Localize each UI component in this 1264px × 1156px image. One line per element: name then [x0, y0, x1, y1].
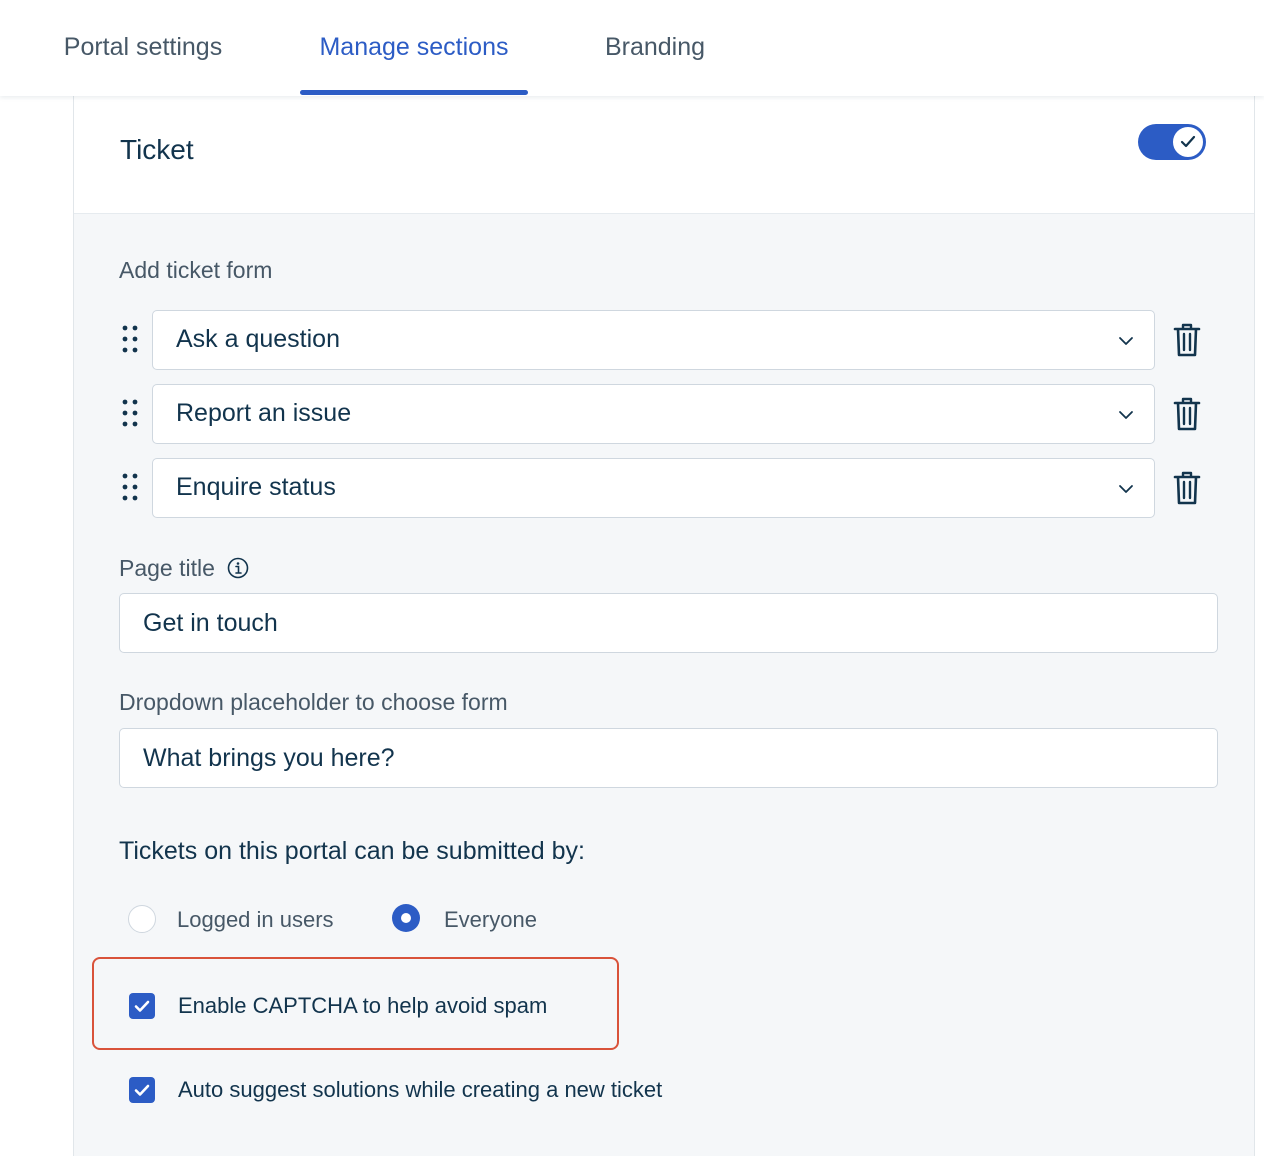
captcha-label[interactable]: Enable CAPTCHA to help avoid spam — [178, 993, 547, 1019]
select-value: Ask a question — [176, 325, 340, 353]
active-tab-indicator — [300, 90, 528, 95]
ticket-section-card: Ticket Add ticket form Ask a question Re… — [73, 96, 1255, 1156]
drag-handle-icon[interactable] — [122, 324, 138, 354]
ticket-form-select[interactable]: Report an issue — [152, 384, 1155, 444]
drag-handle-icon[interactable] — [122, 472, 138, 502]
section-title: Ticket — [120, 134, 194, 165]
section-enable-toggle[interactable] — [1138, 124, 1206, 160]
radio-logged-in-users[interactable] — [128, 905, 156, 933]
chevron-down-icon — [1119, 411, 1133, 419]
add-ticket-form-label: Add ticket form — [119, 257, 273, 283]
chevron-down-icon — [1119, 485, 1133, 493]
ticket-form-row: Enquire status — [114, 458, 1214, 518]
auto-suggest-label[interactable]: Auto suggest solutions while creating a … — [178, 1077, 662, 1103]
radio-everyone[interactable] — [392, 904, 420, 932]
info-icon[interactable] — [227, 557, 249, 579]
check-icon — [134, 1084, 150, 1096]
ticket-form-select[interactable]: Ask a question — [152, 310, 1155, 370]
select-value: Report an issue — [176, 399, 352, 427]
ticket-form-row: Report an issue — [114, 384, 1214, 444]
page-title-input[interactable] — [119, 593, 1218, 653]
tab-branding[interactable]: Branding — [584, 0, 726, 96]
page-title-label-text: Page title — [119, 555, 215, 581]
trash-icon[interactable] — [1172, 322, 1202, 358]
trash-icon[interactable] — [1172, 470, 1202, 506]
dropdown-placeholder-input[interactable] — [119, 728, 1218, 788]
chevron-down-icon — [1119, 337, 1133, 345]
radio-label-logged-in-users[interactable]: Logged in users — [177, 907, 334, 933]
tab-portal-settings[interactable]: Portal settings — [40, 0, 246, 96]
drag-handle-icon[interactable] — [122, 398, 138, 428]
ticket-form-select[interactable]: Enquire status — [152, 458, 1155, 518]
tab-manage-sections[interactable]: Manage sections — [300, 0, 528, 96]
radio-label-everyone[interactable]: Everyone — [444, 907, 537, 933]
dropdown-placeholder-label: Dropdown placeholder to choose form — [119, 689, 508, 715]
toggle-knob — [1171, 125, 1205, 159]
select-value: Enquire status — [176, 473, 336, 501]
section-header: Ticket — [74, 96, 1254, 214]
check-icon — [1180, 135, 1196, 148]
captcha-checkbox[interactable] — [129, 993, 155, 1019]
auto-suggest-checkbox[interactable] — [129, 1077, 155, 1103]
trash-icon[interactable] — [1172, 396, 1202, 432]
submitted-by-heading: Tickets on this portal can be submitted … — [119, 837, 585, 865]
tab-bar: Portal settings Manage sections Branding — [0, 0, 1264, 96]
check-icon — [134, 1000, 150, 1012]
page-title-label: Page title — [119, 555, 249, 582]
ticket-form-row: Ask a question — [114, 310, 1214, 370]
